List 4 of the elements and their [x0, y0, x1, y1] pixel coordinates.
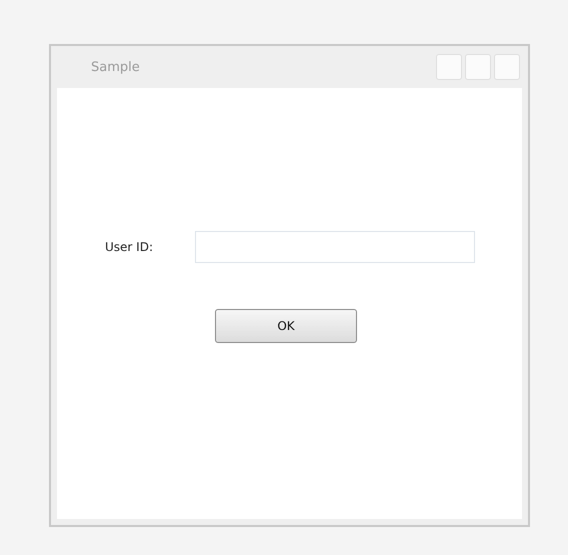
- field-label: User ID:: [105, 240, 154, 254]
- ok-button[interactable]: OK: [215, 309, 357, 343]
- input-field[interactable]: [195, 231, 475, 263]
- window-title: Sample: [91, 60, 140, 74]
